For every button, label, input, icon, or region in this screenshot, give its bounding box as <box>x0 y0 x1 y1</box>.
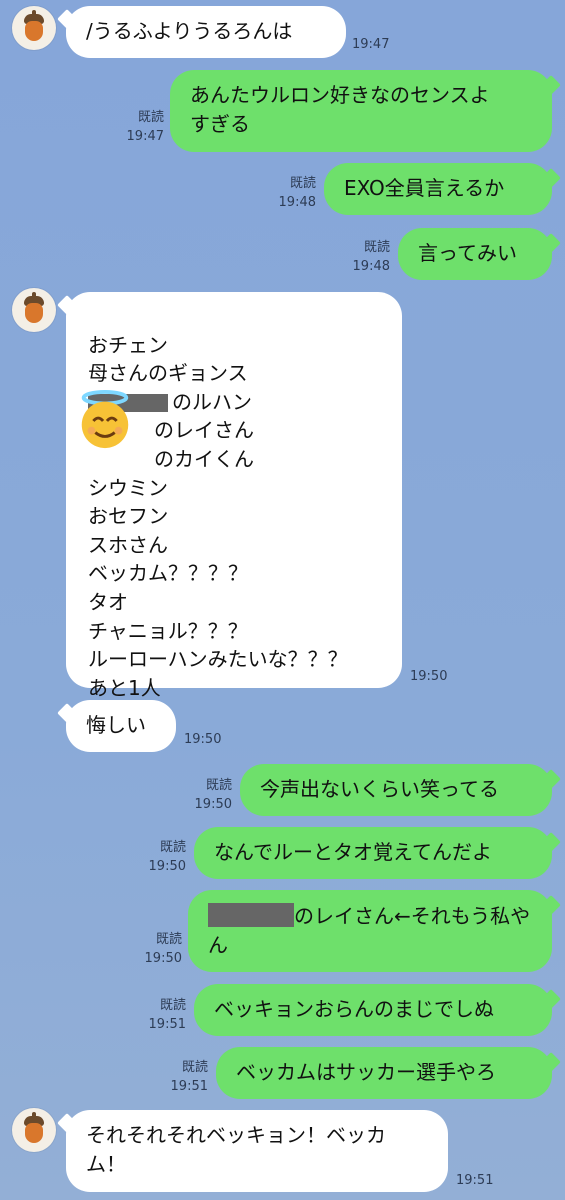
read-receipt: 既読 19:48 <box>352 240 390 274</box>
acorn-icon[interactable] <box>12 288 56 332</box>
message-time: 19:51 <box>456 1173 494 1188</box>
message-bubble[interactable]: おチェン 母さんのギョンス のルハン のレイさん のカイくん シウミン おセフン スホさん ベッ… <box>66 292 402 700</box>
acorn-icon[interactable] <box>12 1108 56 1152</box>
read-receipt: 既読 19:51 <box>148 998 186 1032</box>
read-receipt: 既読 19:47 <box>126 110 164 144</box>
smiling-face-with-halo-icon <box>81 389 129 449</box>
message-bubble[interactable]: ベッカムはサッカー選手やろ <box>216 1047 552 1099</box>
message-bubble[interactable]: EXO全員言えるか <box>324 163 552 215</box>
redaction-bar <box>208 903 294 927</box>
message-time: 19:50 <box>184 732 222 747</box>
read-receipt: 既読 19:50 <box>194 778 232 812</box>
message-time: 19:50 <box>410 669 448 684</box>
message-bubble[interactable]: それそれそれベッキョン！ベッカ ム！ <box>66 1110 448 1192</box>
message-time: 19:47 <box>352 37 390 52</box>
read-receipt: 既読 19:50 <box>144 932 182 966</box>
chat-area: /うるふよりうるろんは 19:47 既読 19:47 あんたウルロン好きなのセンス… <box>0 0 565 1200</box>
message-bubble[interactable]: 言ってみい <box>398 228 552 280</box>
message-bubble[interactable]: 悔しい <box>66 700 176 752</box>
message-bubble[interactable]: /うるふよりうるろんは <box>66 6 346 58</box>
read-receipt: 既読 19:51 <box>170 1060 208 1094</box>
acorn-icon[interactable] <box>12 6 56 50</box>
message-bubble[interactable]: ベッキョンおらんのまじでしぬ <box>194 984 552 1036</box>
read-receipt: 既読 19:50 <box>148 840 186 874</box>
message-bubble[interactable]: なんでルーとタオ覚えてんだよ <box>194 827 552 879</box>
message-bubble[interactable]: のレイさん←それもう私や ん <box>188 890 552 972</box>
read-receipt: 既読 19:48 <box>278 176 316 210</box>
message-bubble[interactable]: あんたウルロン好きなのセンスよ すぎる <box>170 70 552 152</box>
message-bubble[interactable]: 今声出ないくらい笑ってる <box>240 764 552 816</box>
